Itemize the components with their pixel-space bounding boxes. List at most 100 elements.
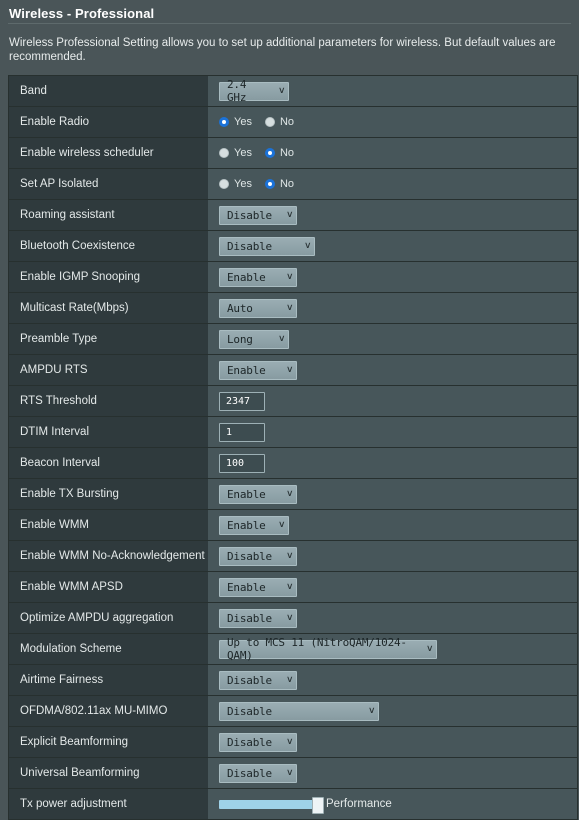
row-value-ampdu-rts: Enable ∨ (208, 355, 577, 385)
row-value-beacon-interval: 100 (208, 448, 577, 478)
input-beacon-interval[interactable]: 100 (219, 453, 265, 473)
row-label-enable-igmp-snooping: Enable IGMP Snooping (9, 262, 208, 292)
row-value-multicast-rate-mbps: Auto ∨ (208, 293, 577, 323)
row-value-tx-power-adjustment: Performance (208, 789, 577, 819)
row-value-optimize-ampdu-aggregation: Disable ∨ (208, 603, 577, 633)
slider-handle[interactable] (312, 796, 324, 814)
row-label-ampdu-rts: AMPDU RTS (9, 355, 208, 385)
select-optimize-ampdu-aggregation[interactable]: Disable ∨ (219, 608, 297, 628)
row-label-preamble-type: Preamble Type (9, 324, 208, 354)
row-label-enable-tx-bursting: Enable TX Bursting (9, 479, 208, 509)
settings-row: Universal Beamforming Disable ∨ (9, 758, 577, 789)
row-label-beacon-interval: Beacon Interval (9, 448, 208, 478)
row-value-enable-wmm-apsd: Enable ∨ (208, 572, 577, 602)
settings-row: Set AP Isolated Yes No (9, 169, 577, 200)
select-enable-wmm-apsd[interactable]: Enable ∨ (219, 577, 297, 597)
settings-row: Enable WMM APSD Enable ∨ (9, 572, 577, 603)
slider-value-label: Performance (326, 798, 392, 810)
select-band[interactable]: 2.4 GHz ∨ (219, 78, 289, 104)
chevron-down-icon: ∨ (278, 85, 285, 96)
select-roaming-assistant[interactable]: Disable ∨ (219, 205, 297, 225)
row-value-explicit-beamforming: Disable ∨ (208, 727, 577, 757)
row-label-enable-wmm-apsd: Enable WMM APSD (9, 572, 208, 602)
row-value-enable-igmp-snooping: Enable ∨ (208, 262, 577, 292)
radio-group-enable-wireless-scheduler: Yes No (219, 147, 294, 159)
chevron-down-icon: ∨ (426, 643, 433, 654)
row-value-roaming-assistant: Disable ∨ (208, 200, 577, 230)
slider-tx-power-adjustment[interactable] (219, 796, 324, 814)
row-label-rts-threshold: RTS Threshold (9, 386, 208, 416)
radio-yes-set-ap-isolated[interactable]: Yes (219, 178, 252, 190)
radio-yes-enable-radio[interactable]: Yes (219, 116, 252, 128)
select-value: Disable (227, 239, 272, 253)
select-ofdma-802-11ax-mu-mimo[interactable]: Disable ∨ (219, 701, 379, 721)
select-value: Auto (227, 301, 253, 315)
chevron-down-icon: ∨ (286, 302, 293, 313)
radio-yes-enable-wireless-scheduler[interactable]: Yes (219, 147, 252, 159)
row-label-universal-beamforming: Universal Beamforming (9, 758, 208, 788)
chevron-down-icon: ∨ (278, 519, 285, 530)
row-value-universal-beamforming: Disable ∨ (208, 758, 577, 788)
input-rts-threshold[interactable]: 2347 (219, 391, 265, 411)
row-value-rts-threshold: 2347 (208, 386, 577, 416)
radio-no-label: No (279, 147, 295, 159)
select-airtime-fairness[interactable]: Disable ∨ (219, 670, 297, 690)
row-label-modulation-scheme: Modulation Scheme (9, 634, 208, 664)
select-value: Enable (227, 487, 266, 501)
select-value: Enable (227, 363, 266, 377)
input-dtim-interval[interactable]: 1 (219, 422, 265, 442)
chevron-down-icon: ∨ (286, 488, 293, 499)
chevron-down-icon: ∨ (368, 705, 375, 716)
settings-row: Beacon Interval 100 (9, 448, 577, 479)
chevron-down-icon: ∨ (304, 240, 311, 251)
wireless-professional-page: Wireless - Professional Wireless Profess… (0, 0, 579, 820)
row-label-bluetooth-coexistence: Bluetooth Coexistence (9, 231, 208, 261)
select-preamble-type[interactable]: Long ∨ (219, 329, 289, 349)
settings-row: DTIM Interval 1 (9, 417, 577, 448)
settings-row: Tx power adjustment Performance (9, 789, 577, 820)
select-enable-wmm-no-acknowledgement[interactable]: Disable ∨ (219, 546, 297, 566)
radio-yes-label: Yes (234, 116, 252, 128)
row-label-enable-wmm: Enable WMM (9, 510, 208, 540)
radio-yes-icon (219, 117, 229, 127)
radio-no-label: No (279, 178, 295, 190)
select-value: Enable (227, 270, 266, 284)
radio-no-enable-wireless-scheduler[interactable]: No (264, 147, 295, 159)
row-label-enable-radio: Enable Radio (9, 107, 208, 137)
row-value-airtime-fairness: Disable ∨ (208, 665, 577, 695)
select-enable-wmm[interactable]: Enable ∨ (219, 515, 289, 535)
settings-row: RTS Threshold 2347 (9, 386, 577, 417)
select-enable-tx-bursting[interactable]: Enable ∨ (219, 484, 297, 504)
row-label-enable-wireless-scheduler: Enable wireless scheduler (9, 138, 208, 168)
select-enable-igmp-snooping[interactable]: Enable ∨ (219, 267, 297, 287)
chevron-down-icon: ∨ (286, 736, 293, 747)
row-label-airtime-fairness: Airtime Fairness (9, 665, 208, 695)
row-value-enable-wmm: Enable ∨ (208, 510, 577, 540)
settings-row: Enable WMM Enable ∨ (9, 510, 577, 541)
select-modulation-scheme[interactable]: Up to MCS 11 (NitroQAM/1024-QAM) ∨ (219, 636, 437, 662)
settings-row: AMPDU RTS Enable ∨ (9, 355, 577, 386)
select-ampdu-rts[interactable]: Enable ∨ (219, 360, 297, 380)
select-value: Disable (227, 611, 272, 625)
row-value-enable-tx-bursting: Enable ∨ (208, 479, 577, 509)
settings-row: Enable WMM No-Acknowledgement Disable ∨ (9, 541, 577, 572)
chevron-down-icon: ∨ (278, 333, 285, 344)
select-value: Up to MCS 11 (NitroQAM/1024-QAM) (227, 636, 407, 662)
select-explicit-beamforming[interactable]: Disable ∨ (219, 732, 297, 752)
row-value-ofdma-802-11ax-mu-mimo: Disable ∨ (208, 696, 577, 726)
select-universal-beamforming[interactable]: Disable ∨ (219, 763, 297, 783)
chevron-down-icon: ∨ (286, 581, 293, 592)
row-value-enable-wireless-scheduler: Yes No (208, 138, 577, 168)
radio-group-enable-radio: Yes No (219, 116, 294, 128)
radio-no-enable-radio[interactable]: No (264, 116, 294, 128)
select-bluetooth-coexistence[interactable]: Disable ∨ (219, 236, 315, 256)
row-value-enable-wmm-no-acknowledgement: Disable ∨ (208, 541, 577, 571)
row-value-modulation-scheme: Up to MCS 11 (NitroQAM/1024-QAM) ∨ (208, 634, 577, 664)
row-label-optimize-ampdu-aggregation: Optimize AMPDU aggregation (9, 603, 208, 633)
select-value: Disable (227, 673, 272, 687)
select-multicast-rate-mbps[interactable]: Auto ∨ (219, 298, 297, 318)
radio-no-set-ap-isolated[interactable]: No (264, 178, 295, 190)
row-value-bluetooth-coexistence: Disable ∨ (208, 231, 577, 261)
settings-row: Explicit Beamforming Disable ∨ (9, 727, 577, 758)
radio-no-icon (264, 148, 275, 158)
